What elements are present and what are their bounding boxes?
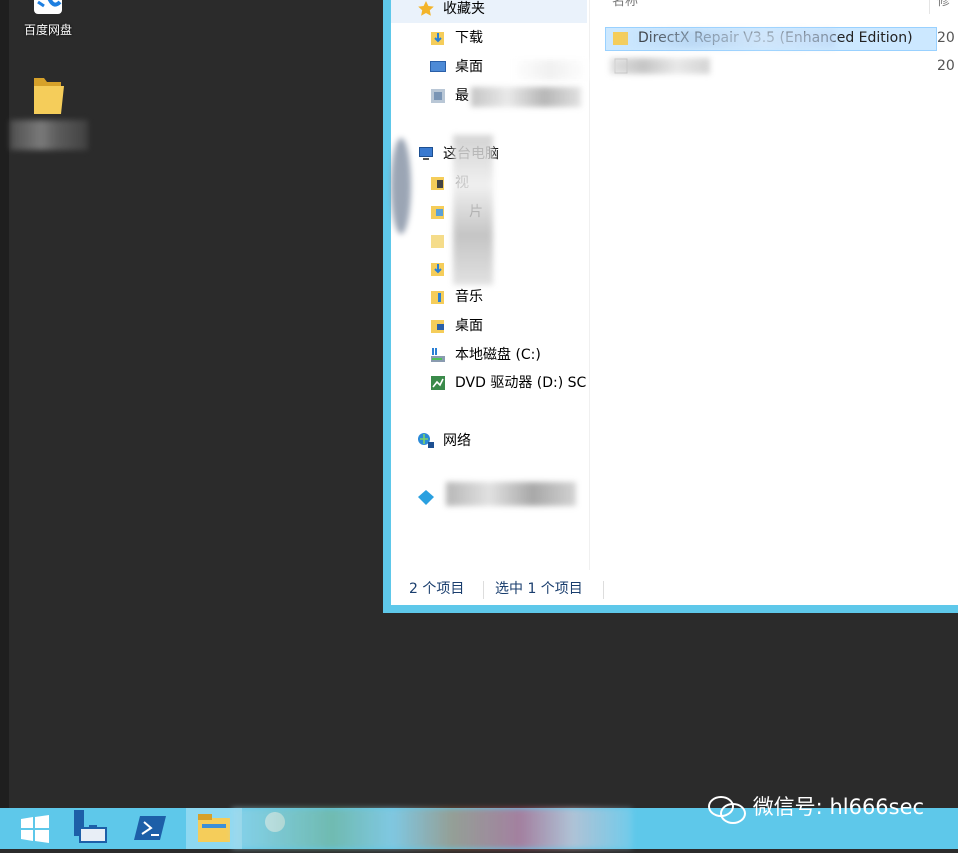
nav-label: 桌面 xyxy=(455,318,483,334)
column-header-name[interactable]: 名称 xyxy=(612,0,692,14)
nav-dvd-drive[interactable]: DVD 驱动器 (D:) SC xyxy=(429,372,586,394)
downloads-folder-icon xyxy=(429,260,447,278)
file-list: 名称 修 DirectX Repair V3.5 (Enhanced Editi… xyxy=(590,0,958,570)
nav-favorites[interactable]: 收藏夹 xyxy=(417,0,485,20)
star-icon xyxy=(417,0,435,18)
nav-label: DVD 驱动器 (D:) SC xyxy=(455,375,587,391)
nav-label: 本地磁盘 (C:) xyxy=(455,347,541,363)
file-explorer-window: 收藏夹 下载 桌面 最 这台电脑 xyxy=(383,0,958,613)
file-date: 20 xyxy=(937,30,955,46)
nav-recent[interactable]: 最 xyxy=(429,85,469,107)
nav-label: 桌面 xyxy=(455,59,483,75)
desktop-edge xyxy=(0,0,9,849)
desktop-folder-icon xyxy=(429,317,447,335)
nav-desktop[interactable]: 桌面 xyxy=(429,56,483,78)
watermark-text: 微信号: hl666sec xyxy=(752,795,925,819)
status-divider xyxy=(483,581,484,599)
nav-label: 音乐 xyxy=(455,289,483,305)
baidu-netdisk-icon xyxy=(34,0,62,14)
status-divider xyxy=(603,581,604,599)
desktop-icon-folder[interactable] xyxy=(10,72,88,150)
videos-folder-icon xyxy=(429,174,447,192)
nav-music[interactable]: 音乐 xyxy=(429,286,483,308)
documents-folder-icon xyxy=(429,232,447,250)
start-button[interactable] xyxy=(8,808,62,849)
redacted-area xyxy=(511,60,589,80)
computer-icon xyxy=(417,145,435,163)
downloads-folder-icon xyxy=(429,29,447,47)
status-bar: 2 个项目 选中 1 个项目 xyxy=(391,575,958,603)
recent-places-icon xyxy=(429,87,447,105)
nav-desktop-pc[interactable]: 桌面 xyxy=(429,315,483,337)
folder-icon xyxy=(34,78,64,114)
nav-homegroup[interactable] xyxy=(417,487,443,509)
nav-downloads-pc[interactable] xyxy=(429,258,455,280)
nav-network[interactable]: 网络 xyxy=(417,430,471,452)
redacted-area xyxy=(453,135,493,285)
navigation-pane: 收藏夹 下载 桌面 最 这台电脑 xyxy=(391,0,590,570)
taskbar-powershell[interactable] xyxy=(124,808,178,849)
redacted-text xyxy=(446,482,576,506)
redacted-area xyxy=(391,138,411,234)
nav-documents[interactable] xyxy=(429,230,455,252)
network-icon xyxy=(417,432,435,450)
desktop-icon xyxy=(429,58,447,76)
redacted-text xyxy=(471,87,581,107)
redacted-area xyxy=(610,58,710,74)
homegroup-icon xyxy=(417,489,435,507)
dvd-drive-icon xyxy=(429,374,447,392)
taskbar-server-manager[interactable] xyxy=(64,808,118,849)
nav-label: 最 xyxy=(455,88,469,104)
status-item-count: 2 个项目 xyxy=(409,581,465,597)
desktop-icon-label: 百度网盘 xyxy=(23,23,72,37)
desktop-icon-baidu[interactable]: 百度网盘 xyxy=(12,0,84,38)
nav-downloads[interactable]: 下载 xyxy=(429,27,483,49)
start-icon xyxy=(21,815,49,843)
nav-local-disk[interactable]: 本地磁盘 (C:) xyxy=(429,344,541,366)
file-date: 20 xyxy=(937,58,955,74)
server-manager-icon xyxy=(74,810,107,843)
nav-label: 下载 xyxy=(455,30,483,46)
column-divider xyxy=(929,0,930,14)
explorer-body: 收藏夹 下载 桌面 最 这台电脑 xyxy=(391,0,958,605)
redacted-taskbar-items xyxy=(232,808,632,849)
redacted-area xyxy=(620,30,835,48)
desktop-icon-label-redacted xyxy=(10,120,88,150)
wechat-icon xyxy=(706,793,746,824)
watermark: 微信号: hl666sec xyxy=(706,792,925,824)
status-selected: 选中 1 个项目 xyxy=(495,581,583,597)
music-folder-icon xyxy=(429,288,447,306)
nav-label: 收藏夹 xyxy=(443,1,485,17)
pictures-folder-icon xyxy=(429,203,447,221)
hard-drive-icon xyxy=(429,346,447,364)
nav-label: 网络 xyxy=(443,433,471,449)
powershell-icon xyxy=(134,816,166,840)
column-header-modified[interactable]: 修 xyxy=(937,0,957,14)
